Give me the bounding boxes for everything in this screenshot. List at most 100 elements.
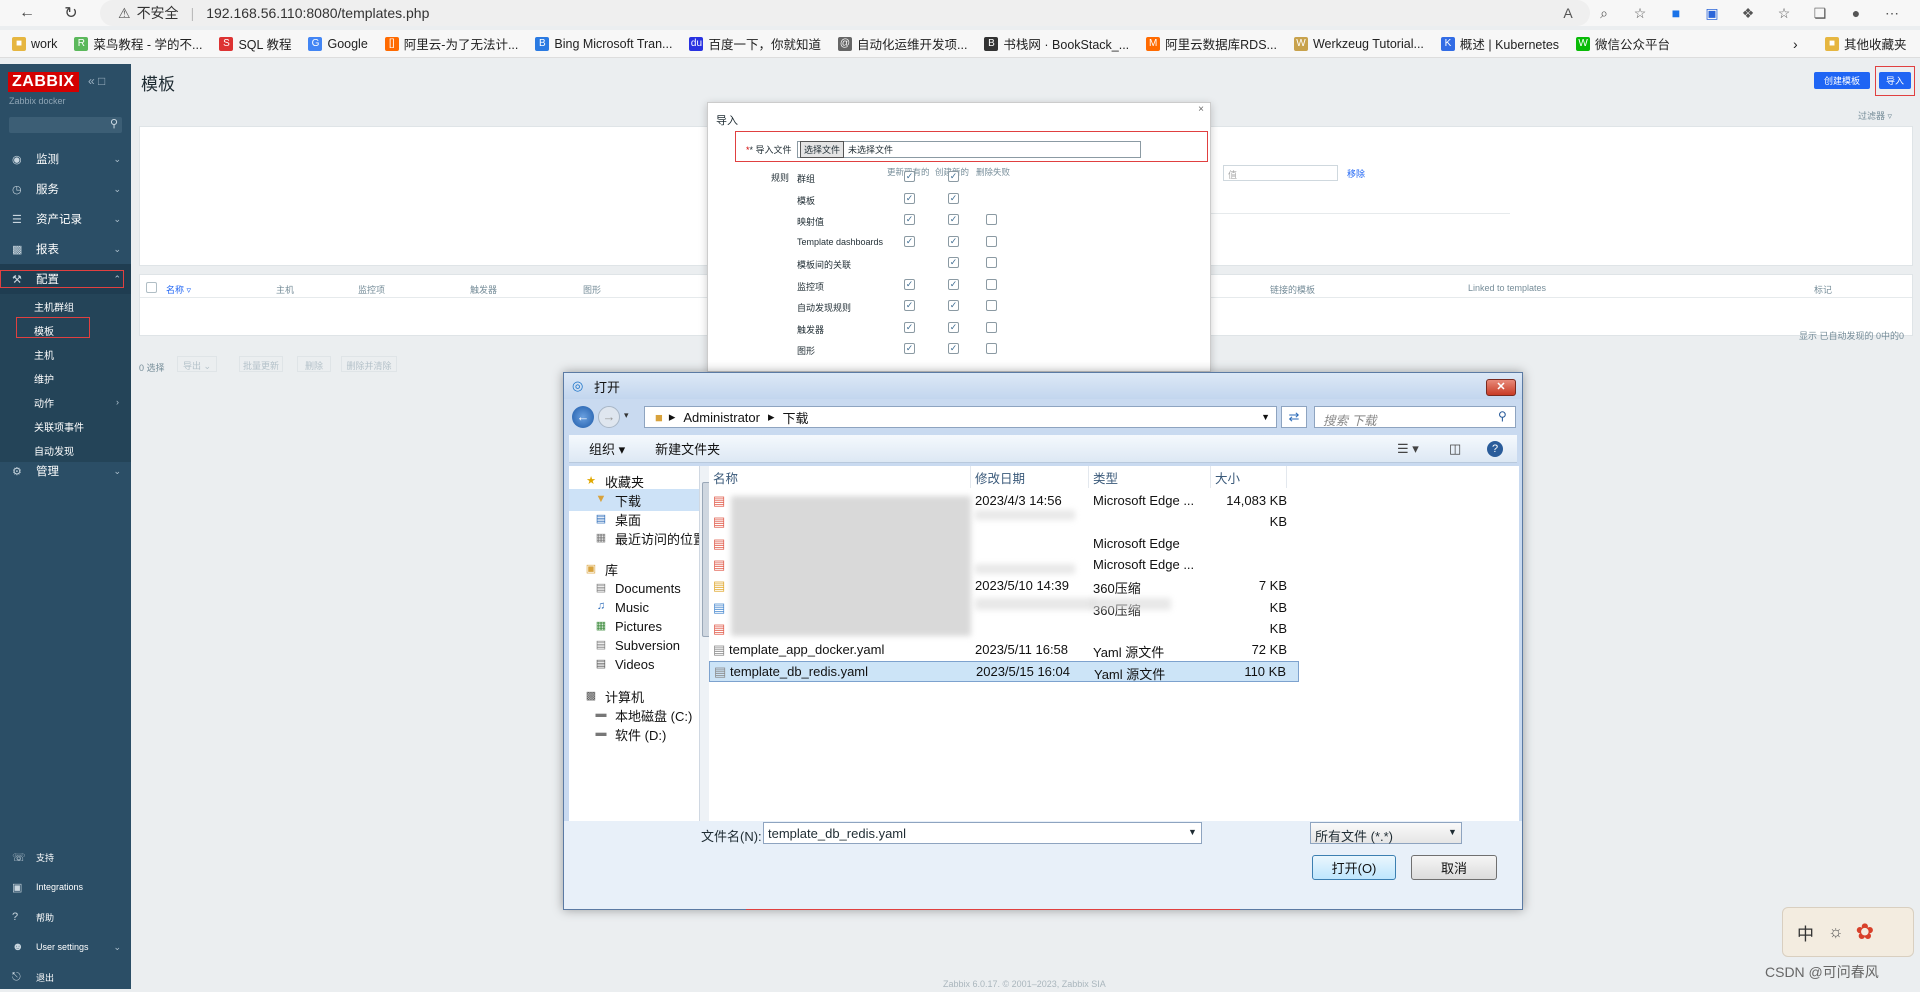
open-button[interactable]: 打开(O) [1312,855,1396,880]
bookmark-item[interactable]: du 百度一下，你就知道 [689,34,821,53]
ime-indicator[interactable]: 中 ☼ ✿ [1782,907,1914,957]
path-bar[interactable]: ■ ▸ Administrator ▸ 下载 ▼ [644,406,1277,428]
submenu-hostgroups[interactable]: 主机群组 [0,294,131,318]
rule-update-checkbox[interactable]: ✓ [904,214,915,225]
extension-icon[interactable]: ■ [1658,5,1694,21]
submenu-event-correlation[interactable]: 关联项事件 [0,414,131,438]
search-input[interactable]: ⚲ [9,117,122,133]
path-segment[interactable]: 下载 [783,408,809,427]
col-size[interactable]: 大小 [1211,466,1287,488]
select-all-checkbox[interactable] [146,282,157,293]
col-modified[interactable]: 修改日期 [971,466,1089,488]
rule-update-checkbox[interactable]: ✓ [904,321,915,333]
rule-delete-checkbox[interactable] [986,214,997,225]
rule-update-checkbox[interactable]: ✓ [904,192,915,204]
submenu-maintenance[interactable]: 维护 [0,366,131,390]
rule-update-checkbox[interactable]: ✓ [904,300,915,311]
filename-dropdown-icon[interactable]: ▼ [1188,827,1197,837]
rule-delete-checkbox[interactable] [986,235,997,247]
new-folder-button[interactable]: 新建文件夹 [655,439,720,458]
remove-link[interactable]: 移除 [1347,167,1365,180]
favorite-icon[interactable]: ☆ [1622,5,1658,22]
menu-inventory[interactable]: ☰ 资产记录 ⌄ [0,204,131,234]
rule-delete-checkbox[interactable] [986,300,997,311]
rule-create-checkbox[interactable]: ✓ [948,278,959,290]
close-icon[interactable]: × [1198,104,1204,115]
file-row[interactable]: ▤ template_db_redis.yaml 2023/5/15 16:04 Ya… [709,661,1299,683]
submenu-actions[interactable]: 动作 › [0,390,131,414]
cancel-button[interactable]: 取消 [1411,855,1497,880]
rule-delete-checkbox[interactable] [986,343,997,354]
menu-reports[interactable]: ▩ 报表 ⌄ [0,234,131,264]
back-icon[interactable]: ← [572,406,594,428]
rule-create-checkbox[interactable]: ✓ [948,321,959,333]
export-button[interactable]: 导出 ⌄ [177,356,217,372]
bookmark-item[interactable]: M 阿里云数据库RDS... [1146,34,1277,53]
submenu-hosts[interactable]: 主机 [0,342,131,366]
rule-create-checkbox[interactable]: ✓ [948,300,959,311]
forward-icon[interactable]: → [598,406,620,428]
bookmark-item[interactable]: ■ work [12,36,57,51]
filetype-select[interactable]: 所有文件 (*.*) [1310,822,1462,844]
choose-file-button[interactable]: 选择文件 [800,141,845,158]
rule-update-checkbox[interactable]: ✓ [904,278,915,290]
file-input[interactable]: 选择文件 未选择文件 [797,141,1141,158]
menu-help[interactable]: ? 帮助 [0,902,131,932]
menu-monitoring[interactable]: ◉ 监测 ⌄ [0,144,131,174]
puzzle-icon[interactable]: ❖ [1730,5,1766,22]
menu-integrations[interactable]: ▣ Integrations [0,872,131,902]
refresh-icon[interactable]: ↻ [58,0,84,26]
profile-icon[interactable]: ● [1838,5,1874,21]
tree-recent[interactable]: ▦ 最近访问的位置 [593,527,699,549]
back-icon[interactable]: ← [14,0,40,26]
bookmark-item[interactable]: W Werkzeug Tutorial... [1293,36,1424,51]
address-bar[interactable]: ⚠ 不安全 | 192.168.56.110:8080/templates.ph… [100,0,1590,26]
preview-pane-icon[interactable]: ◫ [1449,441,1461,457]
other-bookmarks[interactable]: ■ 其他收藏夹 [1825,34,1907,53]
read-aloud-icon[interactable]: A [1550,5,1586,21]
rule-delete-checkbox[interactable] [986,321,997,333]
organize-button[interactable]: 组织 ▾ [589,439,625,458]
create-template-button[interactable]: 创建模板 [1814,72,1870,89]
col-name[interactable]: 名称 ▿ [166,283,191,296]
history-dropdown-icon[interactable]: ▾ [624,410,629,421]
zoom-icon[interactable]: ⌕ [1586,5,1622,22]
close-icon[interactable]: ✕ [1486,379,1516,396]
rule-delete-checkbox[interactable] [986,278,997,290]
rule-create-checkbox[interactable]: ✓ [948,343,959,354]
menu-administration[interactable]: ⚙ 管理 ⌄ [0,456,131,486]
bookmark-item[interactable]: [] 阿里云-为了无法计... [384,34,518,53]
filename-input[interactable]: template_db_redis.yaml [763,822,1202,844]
rule-create-checkbox[interactable]: ✓ [948,257,959,268]
bookmark-item[interactable]: @ 自动化运维开发项... [838,34,967,53]
refresh-icon[interactable]: ⇄ [1281,406,1307,428]
rule-update-checkbox[interactable]: ✓ [904,235,915,247]
tag-value-input[interactable]: 值 [1223,165,1338,181]
collections-icon[interactable]: ❏ [1802,5,1838,22]
delete-button[interactable]: 删除 [297,356,331,372]
menu-services[interactable]: ◷ 服务 ⌄ [0,174,131,204]
menu-signout[interactable]: ⎋ 退出 [0,962,131,992]
rule-create-checkbox[interactable]: ✓ [948,235,959,247]
filter-toggle[interactable]: 过滤器 ▿ [1858,109,1892,122]
mass-update-button[interactable]: 批量更新 [239,356,283,372]
rule-create-checkbox[interactable]: ✓ [948,192,959,204]
filetype-dropdown-icon[interactable]: ▼ [1448,827,1457,837]
chevron-right-icon[interactable]: › [1793,36,1798,52]
menu-user-settings[interactable]: ☻ User settings ⌄ [0,932,131,962]
path-dropdown-icon[interactable]: ▼ [1261,412,1270,422]
collapse-icon[interactable]: « □ [88,74,105,88]
bookmark-item[interactable]: B 书栈网 · BookStack_... [984,34,1129,53]
view-options-icon[interactable]: ☰ ▾ [1397,441,1419,457]
zabbix-logo[interactable]: ZABBIX [8,72,79,92]
rule-create-checkbox[interactable]: ✓ [948,214,959,225]
rule-update-checkbox[interactable]: ✓ [904,171,915,182]
search-input[interactable]: 搜索 下载 [1314,406,1516,428]
tree-drive-d[interactable]: ▬ 软件 (D:) [593,723,667,745]
bookmark-item[interactable]: R 菜鸟教程 - 学的不... [74,34,202,53]
col-type[interactable]: 类型 [1089,466,1211,488]
more-icon[interactable]: ⋯ [1874,5,1910,22]
bookmark-item[interactable]: K 概述 | Kubernetes [1440,34,1559,53]
extension2-icon[interactable]: ▣ [1694,5,1730,22]
rule-delete-checkbox[interactable] [986,257,997,268]
